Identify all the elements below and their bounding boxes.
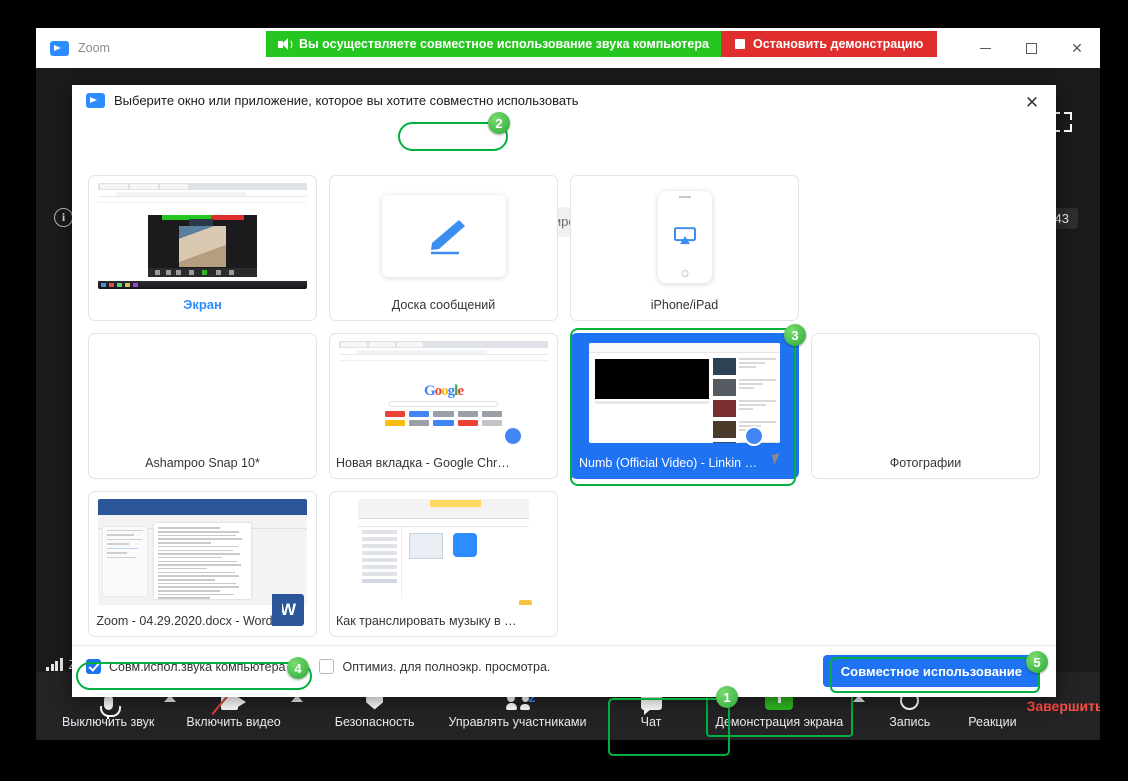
ashampoo-preview <box>98 341 307 447</box>
chat-label: Чат <box>640 714 662 729</box>
phone-home-button <box>681 270 688 277</box>
zoom-logo-icon <box>86 93 105 108</box>
participants-label: Управлять участниками <box>448 714 587 729</box>
screen-preview <box>98 183 307 289</box>
explorer-preview <box>358 499 529 605</box>
dialog-header: Выберите окно или приложение, которое вы… <box>72 85 1056 119</box>
stop-square-icon <box>734 39 745 49</box>
share-button[interactable]: Совместное использование <box>822 655 1040 687</box>
checkbox-checked-icon[interactable] <box>86 659 101 674</box>
tile-caption-ashampoo: Ashampoo Snap 10* <box>145 456 260 470</box>
screenshot-root: Zoom ⟩ Вы осуществляете совместное испол… <box>0 0 1128 781</box>
stop-share-label: Остановить демонстрацию <box>752 37 924 51</box>
app-title-group: Zoom <box>50 28 110 68</box>
window-controls: ✕ <box>962 28 1100 68</box>
google-shortcuts <box>384 410 502 426</box>
whiteboard-preview <box>339 183 548 289</box>
iphone-preview <box>580 183 789 289</box>
dialog-title-group: Выберите окно или приложение, которое вы… <box>86 93 579 108</box>
phone-frame <box>657 191 712 283</box>
tile-caption-explorer: Как транслировать музыку в Zo... <box>336 614 530 628</box>
dialog-footer: Совм.испол.звука компьютера Оптимиз. для… <box>72 645 1056 697</box>
share-audio-message: ⟩ Вы осуществляете совместное использова… <box>266 31 721 57</box>
share-tile-chrome-newtab[interactable]: Google Новая вкладка - Google Chrome <box>329 333 558 479</box>
optimize-fullscreen-checkbox[interactable]: Оптимиз. для полноэкр. просмотра. <box>319 659 550 674</box>
step-badge-1: 1 <box>716 686 738 708</box>
share-audio-banner: ⟩ Вы осуществляете совместное использова… <box>266 31 938 57</box>
tile-caption-chrome-newtab: Новая вкладка - Google Chrome <box>336 456 522 470</box>
security-label: Безопасность <box>334 714 415 729</box>
share-tile-word[interactable]: W Zoom - 04.29.2020.docx - Word <box>88 491 317 637</box>
stop-share-button[interactable]: Остановить демонстрацию <box>720 31 938 57</box>
close-dialog-button[interactable]: ✕ <box>1020 91 1044 115</box>
share-tile-youtube[interactable]: Numb (Official Video) - Linkin Pa... <box>570 333 799 479</box>
video-label: Включить видео <box>186 714 281 729</box>
share-tile-empty-slot <box>811 175 1040 321</box>
record-label: Запись <box>889 714 931 729</box>
meeting-info-icon[interactable]: i <box>54 208 73 227</box>
share-tile-screen[interactable]: Экран <box>88 175 317 321</box>
minimize-button[interactable] <box>962 28 1008 68</box>
airplay-icon <box>673 227 696 245</box>
close-window-button[interactable]: ✕ <box>1054 28 1100 68</box>
tile-caption-screen: Экран <box>183 297 222 312</box>
dialog-title: Выберите окно или приложение, которое вы… <box>114 93 579 108</box>
pencil-icon <box>430 220 465 255</box>
phone-notch <box>678 196 691 198</box>
word-preview <box>98 499 307 605</box>
whiteboard-card <box>381 195 506 277</box>
share-tile-iphone[interactable]: iPhone/iPad <box>570 175 799 321</box>
step-badge-4: 4 <box>287 657 309 679</box>
end-meeting-button[interactable]: Завершить конференцию <box>1027 698 1100 714</box>
speaker-icon: ⟩ <box>278 37 293 51</box>
tile-caption-whiteboard: Доска сообщений <box>391 298 496 312</box>
checkbox-unchecked-icon[interactable] <box>319 659 335 674</box>
signal-bars-icon <box>46 658 63 671</box>
step-badge-5: 5 <box>1026 651 1048 673</box>
share-audio-text: Вы осуществляете совместное использовани… <box>299 37 709 51</box>
step-badge-3: 3 <box>784 324 806 346</box>
tile-caption-photos: Фотографии <box>889 456 962 470</box>
footer-checkbox-row: Совм.испол.звука компьютера Оптимиз. для… <box>86 659 550 674</box>
zoom-logo-icon <box>50 40 69 56</box>
share-tile-explorer[interactable]: Как транслировать музыку в Zo... <box>329 491 558 637</box>
app-title: Zoom <box>78 41 110 55</box>
share-tile-whiteboard[interactable]: Доска сообщений <box>329 175 558 321</box>
tile-caption-iphone: iPhone/iPad <box>650 298 719 312</box>
photos-preview <box>821 341 1030 447</box>
optimize-fullscreen-label: Оптимиз. для полноэкр. просмотра. <box>342 659 551 674</box>
google-search-box <box>389 401 498 408</box>
share-computer-audio-checkbox[interactable]: Совм.испол.звука компьютера <box>86 659 285 674</box>
google-logo: Google <box>423 383 464 400</box>
share-selection-dialog: Выберите окно или приложение, которое вы… <box>72 85 1056 697</box>
tile-caption-word: Zoom - 04.29.2020.docx - Word <box>96 614 273 628</box>
share-screen-label: Демонстрация экрана <box>715 714 844 729</box>
step-badge-2: 2 <box>488 112 510 134</box>
share-computer-audio-label: Совм.испол.звука компьютера <box>109 659 286 674</box>
window-titlebar: Zoom ⟩ Вы осуществляете совместное испол… <box>36 28 1100 68</box>
share-source-grid: Экран Доска сообщений iPhone/iPad Ashamp… <box>88 175 1040 637</box>
reactions-label: Реакции <box>968 714 1017 729</box>
share-tile-ashampoo[interactable]: Ashampoo Snap 10* <box>88 333 317 479</box>
share-tile-photos[interactable]: Фотографии <box>811 333 1040 479</box>
maximize-button[interactable] <box>1008 28 1054 68</box>
tile-caption-youtube: Numb (Official Video) - Linkin Pa... <box>579 456 771 470</box>
